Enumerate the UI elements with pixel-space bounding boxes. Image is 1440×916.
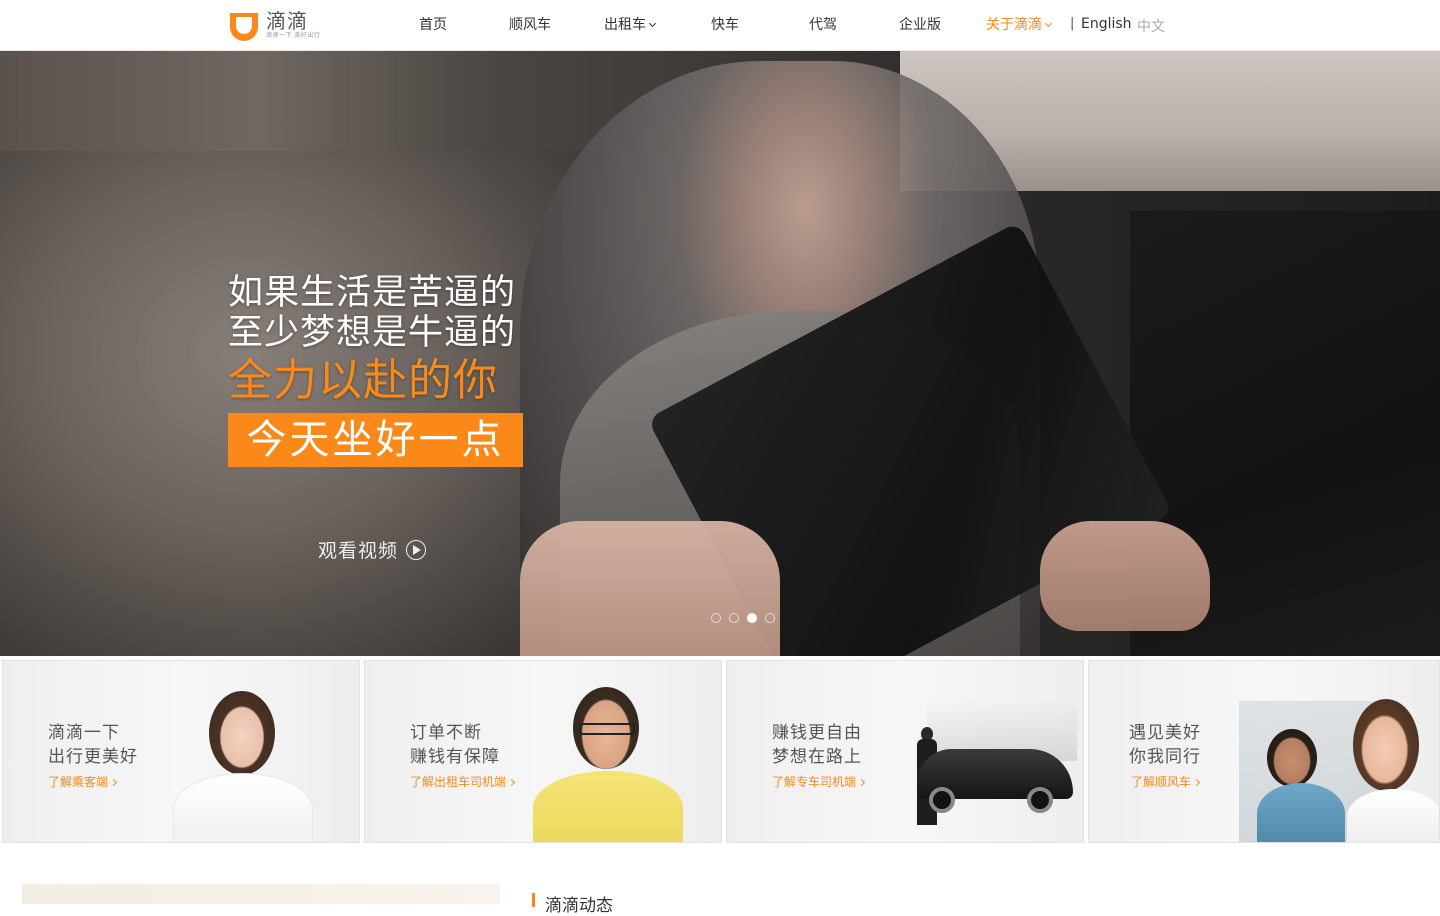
card-link-label: 了解顺风车 [1131,775,1192,789]
hero-line-1: 如果生活是苦逼的 [228,273,517,313]
didi-logo[interactable]: 滴滴 滴滴一下 美好出行 [226,8,320,42]
taxi-driver-image [533,683,683,842]
card-link[interactable]: 了解顺风车 [1131,773,1201,790]
card-title-line2: 你我同行 [1129,747,1201,767]
hitch-riders-image [1239,681,1439,842]
hero-copy: 如果生活是苦逼的 至少梦想是牛逼的 全力以赴的你 今天坐好一点 [228,273,523,467]
nav-home[interactable]: 首页 [419,16,447,34]
chevron-right-icon [1192,778,1201,787]
card-title-line1: 订单不断 [410,723,482,743]
card-hitch[interactable]: 遇见美好 你我同行 了解顺风车 [1088,660,1440,843]
hero-line-3: 全力以赴的你 [228,355,498,406]
nav-express[interactable]: 快车 [711,16,739,34]
chevron-right-icon [109,778,118,787]
card-title-line2: 赚钱有保障 [410,747,500,767]
news-image[interactable] [22,884,500,904]
nav-about-label: 关于滴滴 [986,17,1042,33]
woman-on-phone-image [173,681,313,842]
card-link-label: 了解乘客端 [48,775,109,789]
watch-video-button[interactable]: 观看视频 [318,536,427,563]
card-title-line2: 梦想在路上 [772,747,862,767]
watch-video-label: 观看视频 [318,540,399,562]
nav-designated-driver[interactable]: 代驾 [809,16,837,34]
card-title-line2: 出行更美好 [48,747,138,767]
car-and-chauffeur-image [877,701,1077,831]
didi-logo-icon [230,13,258,41]
card-passenger[interactable]: 滴滴一下 出行更美好 了解乘客端 [2,660,360,843]
logo-name: 滴滴 [266,9,308,33]
nav-taxi-label: 出租车 [604,17,646,33]
carousel-dot-3[interactable] [747,613,757,623]
chevron-right-icon [857,778,866,787]
hero-line-2: 至少梦想是牛逼的 [228,313,517,353]
lang-separator: | [1070,16,1075,31]
card-taxi-driver[interactable]: 订单不断 赚钱有保障 了解出租车司机端 [364,660,722,843]
nav-enterprise[interactable]: 企业版 [899,16,941,34]
card-link[interactable]: 了解专车司机端 [772,773,866,790]
hero-banner[interactable]: 如果生活是苦逼的 至少梦想是牛逼的 全力以赴的你 今天坐好一点 观看视频 [0,51,1440,656]
carousel-dots [711,613,775,623]
carousel-dot-4[interactable] [765,613,775,623]
nav-hitch[interactable]: 顺风车 [509,16,551,34]
play-circle-icon [406,539,427,560]
chevron-down-icon [648,19,657,28]
chevron-right-icon [507,778,516,787]
hero-person-hand [1040,521,1210,631]
chevron-down-icon [1044,19,1053,28]
card-title-line1: 赚钱更自由 [772,723,862,743]
carousel-dot-2[interactable] [729,613,739,623]
card-link[interactable]: 了解出租车司机端 [410,773,516,790]
card-link-label: 了解出租车司机端 [410,775,507,789]
top-header: 滴滴 滴滴一下 美好出行 首页 顺风车 出租车 快车 代驾 企业版 关于滴滴 |… [0,0,1440,51]
logo-slogan: 滴滴一下 美好出行 [266,32,321,39]
hero-person-arm [520,521,780,656]
card-link[interactable]: 了解乘客端 [48,773,118,790]
card-premier-driver[interactable]: 赚钱更自由 梦想在路上 了解专车司机端 [726,660,1084,843]
card-title-line1: 滴滴一下 [48,723,120,743]
card-title-line1: 遇见美好 [1129,723,1201,743]
lang-english-link[interactable]: English [1081,16,1132,32]
card-link-label: 了解专车司机端 [772,775,857,789]
product-cards: 滴滴一下 出行更美好 了解乘客端 订单不断 赚钱有保障 了解出租车司机端 赚钱更… [0,658,1440,843]
lang-chinese-link[interactable]: 中文 [1137,16,1165,36]
nav-about[interactable]: 关于滴滴 [986,16,1053,34]
carousel-dot-1[interactable] [711,613,721,623]
hero-highlight-box: 今天坐好一点 [228,413,523,467]
news-accent-bar [532,893,535,907]
nav-taxi[interactable]: 出租车 [604,16,657,34]
